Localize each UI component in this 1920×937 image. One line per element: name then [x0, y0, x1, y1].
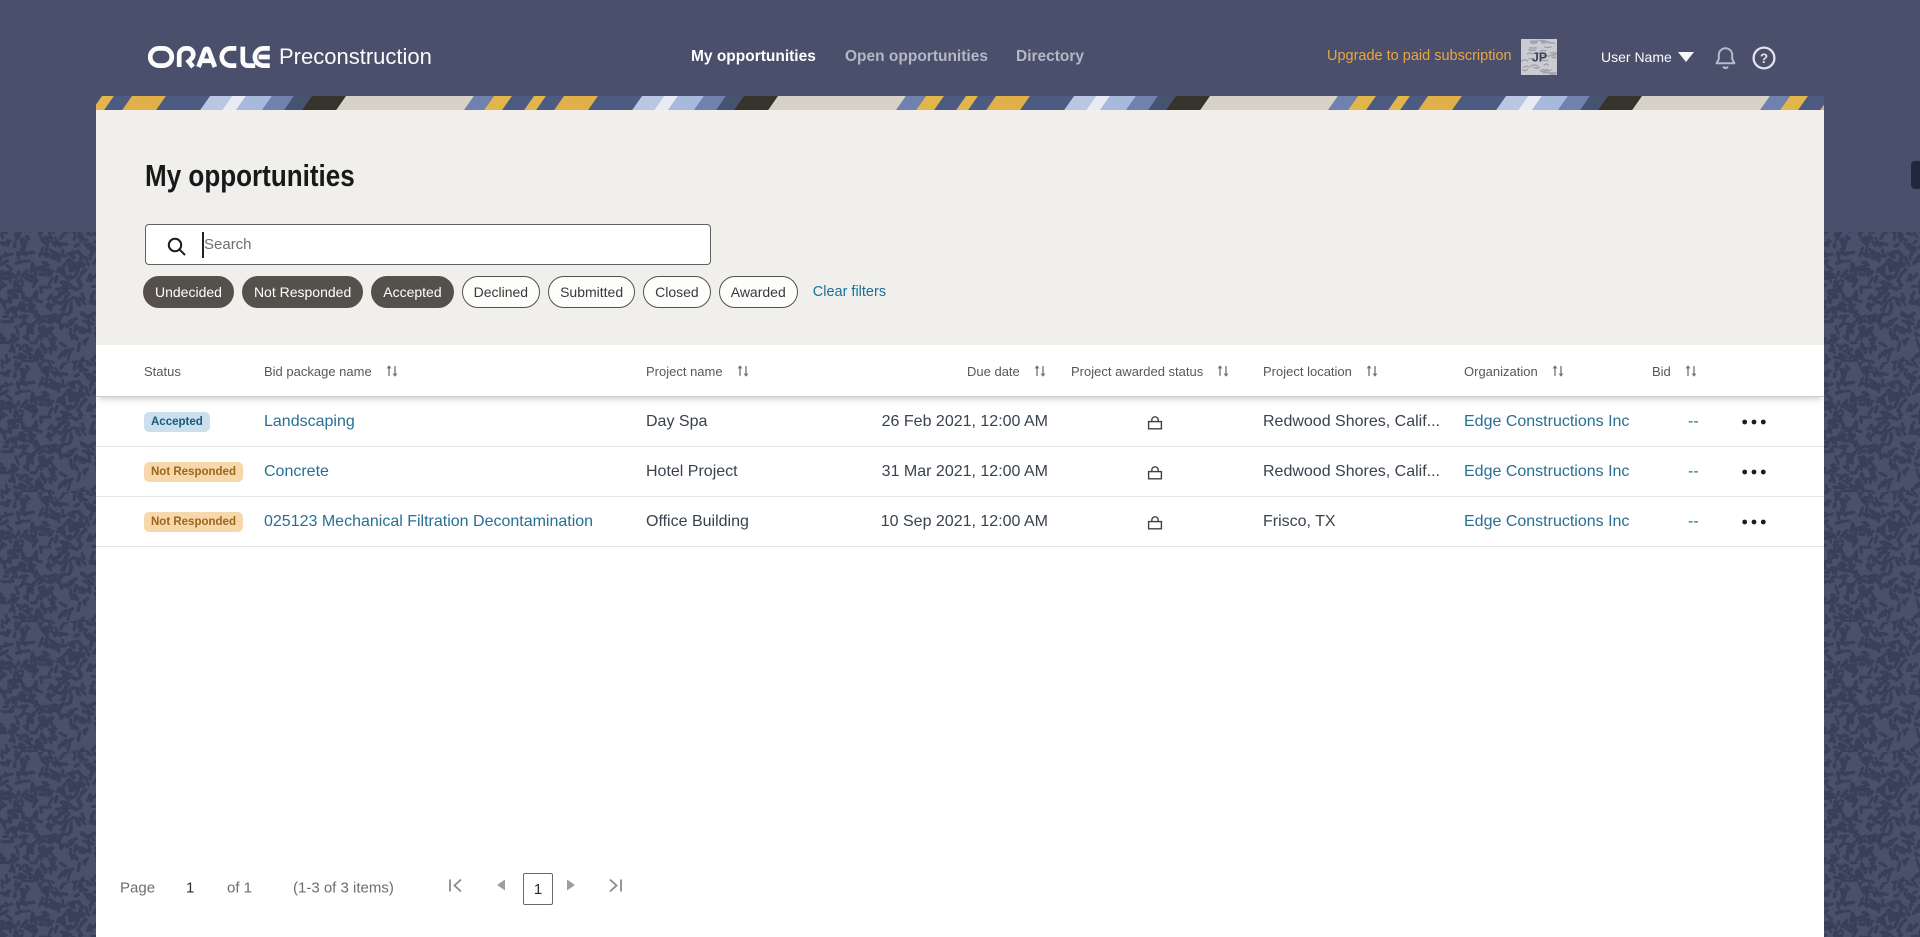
svg-text:JP: JP: [1532, 51, 1547, 65]
svg-text:?: ?: [1760, 51, 1768, 66]
